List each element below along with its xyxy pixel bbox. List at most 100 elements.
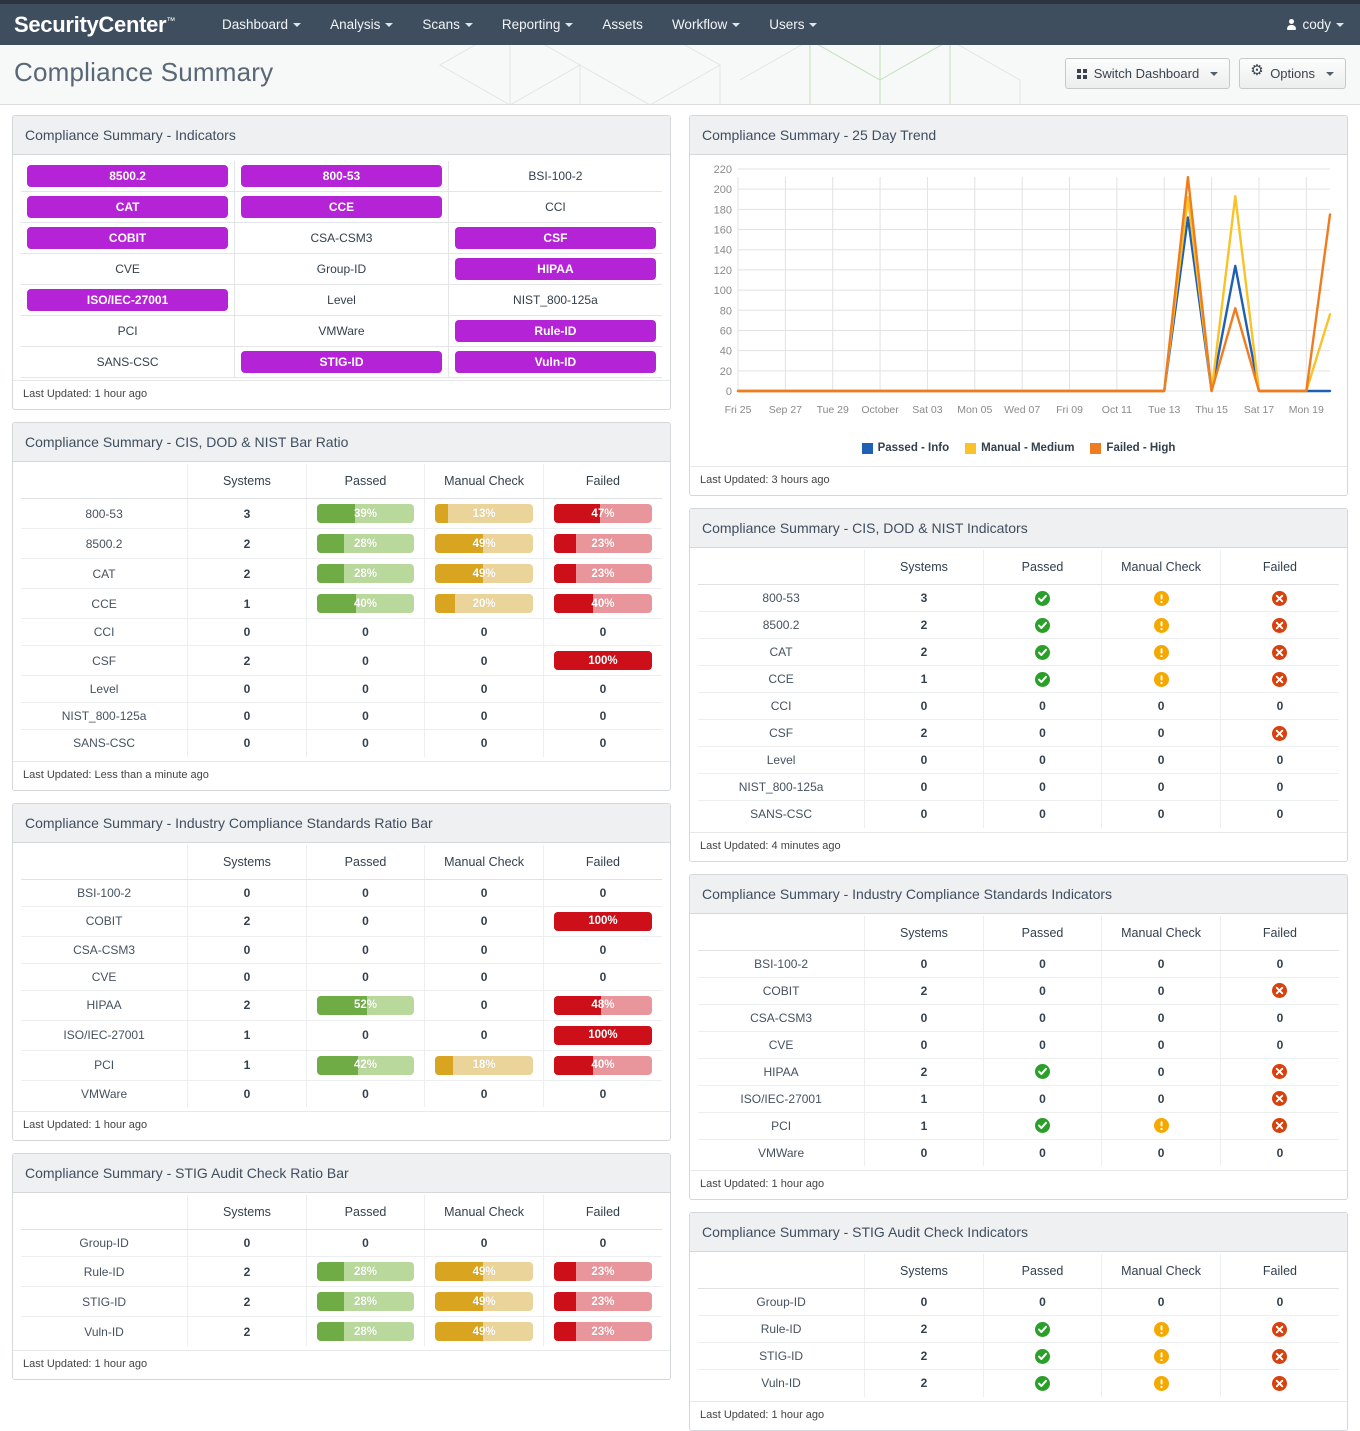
table-row[interactable]: NIST_800-125a0000 (698, 774, 1339, 801)
table-row[interactable]: VMWare0000 (698, 1139, 1339, 1166)
nav-item-workflow[interactable]: Workflow (659, 6, 753, 43)
indicator-cell[interactable]: HIPAA (448, 254, 662, 285)
table-header-row: SystemsPassedManual CheckFailed (21, 845, 662, 880)
user-menu[interactable]: cody (1287, 4, 1344, 45)
table-row[interactable]: CCI0000 (21, 619, 662, 646)
table-row[interactable]: 8500.2228%49%23% (21, 529, 662, 559)
table-row[interactable]: Vuln-ID2 (698, 1370, 1339, 1397)
table-row[interactable]: CSF200100% (21, 646, 662, 676)
systems-count: 3 (188, 499, 307, 529)
table-row[interactable]: STIG-ID228%49%23% (21, 1287, 662, 1317)
systems-count: 0 (188, 936, 307, 963)
indicator-cell[interactable]: CSF (448, 223, 662, 254)
table-row[interactable]: NIST_800-125a0000 (21, 703, 662, 730)
switch-dashboard-button[interactable]: Switch Dashboard (1065, 58, 1231, 89)
table-row[interactable]: CAT2 (698, 639, 1339, 666)
table-row[interactable]: 8500.22 (698, 612, 1339, 639)
status-value-cell: 0 (1102, 950, 1221, 977)
options-button[interactable]: Options (1239, 58, 1346, 89)
indicator-cell[interactable]: Group-ID (235, 254, 449, 285)
indicator-cell[interactable]: PCI (21, 316, 235, 347)
table-row[interactable]: HIPAA252%048% (21, 990, 662, 1020)
indicator-cell[interactable]: NIST_800-125a (448, 285, 662, 316)
indicator-cell[interactable]: CVE (21, 254, 235, 285)
table-row[interactable]: CAT228%49%23% (21, 559, 662, 589)
ratio-bar-cell: 0 (425, 703, 544, 730)
systems-count: 1 (865, 1085, 984, 1112)
indicator-cell[interactable]: CSA-CSM3 (235, 223, 449, 254)
table-row[interactable]: STIG-ID2 (698, 1343, 1339, 1370)
table-row[interactable]: Rule-ID228%49%23% (21, 1257, 662, 1287)
row-label: 8500.2 (21, 529, 188, 559)
nav-item-scans[interactable]: Scans (409, 6, 486, 43)
nav-label: Analysis (330, 17, 380, 32)
table-row[interactable]: Group-ID0000 (21, 1230, 662, 1257)
indicator-badge-active: Vuln-ID (455, 351, 656, 373)
indicator-cell[interactable]: Rule-ID (448, 316, 662, 347)
legend-item[interactable]: Failed - High (1090, 442, 1175, 454)
systems-count: 0 (188, 1230, 307, 1257)
table-row[interactable]: CCE1 (698, 666, 1339, 693)
nav-item-reporting[interactable]: Reporting (489, 6, 587, 43)
ratio-bar-label: 40% (554, 594, 652, 613)
table-row[interactable]: BSI-100-20000 (698, 950, 1339, 977)
indicator-cell[interactable]: SANS-CSC (21, 347, 235, 378)
x-axis-tick-label: Sep 27 (769, 404, 802, 416)
indicator-cell[interactable]: ISO/IEC-27001 (21, 285, 235, 316)
status-value-cell: 0 (1102, 977, 1221, 1004)
indicator-cell[interactable]: VMWare (235, 316, 449, 347)
table-row[interactable]: 800-53339%13%47% (21, 499, 662, 529)
legend-item[interactable]: Passed - Info (862, 442, 950, 454)
ratio-bar-cell: 0 (543, 619, 662, 646)
table-row[interactable]: CVE0000 (21, 963, 662, 990)
indicator-cell[interactable]: Vuln-ID (448, 347, 662, 378)
table-row[interactable]: VMWare0000 (21, 1080, 662, 1107)
table-row[interactable]: SANS-CSC0000 (698, 801, 1339, 828)
table-row[interactable]: CSF200 (698, 720, 1339, 747)
table-row[interactable]: CSA-CSM30000 (21, 936, 662, 963)
table-row[interactable]: ISO/IEC-27001100100% (21, 1020, 662, 1050)
table-row[interactable]: Group-ID0000 (698, 1289, 1339, 1316)
x-axis-tick-label: Sat 03 (912, 404, 943, 416)
table-row[interactable]: Level0000 (21, 676, 662, 703)
indicator-cell[interactable]: COBIT (21, 223, 235, 254)
table-row[interactable]: HIPAA20 (698, 1058, 1339, 1085)
table-row[interactable]: SANS-CSC0000 (21, 730, 662, 757)
table-row[interactable]: COBIT200 (698, 977, 1339, 1004)
indicator-cell[interactable]: CCI (448, 192, 662, 223)
table-row[interactable]: Vuln-ID228%49%23% (21, 1317, 662, 1347)
panel-title: Compliance Summary - STIG Audit Check In… (690, 1213, 1347, 1252)
nav-item-analysis[interactable]: Analysis (317, 6, 406, 43)
table-row[interactable]: 800-533 (698, 585, 1339, 612)
table-row[interactable]: ISO/IEC-27001100 (698, 1085, 1339, 1112)
dashboard-column-left: Compliance Summary - Indicators 8500.280… (12, 115, 671, 1380)
table-row[interactable]: COBIT200100% (21, 906, 662, 936)
table-row[interactable]: CVE0000 (698, 1031, 1339, 1058)
row-label: Vuln-ID (21, 1317, 188, 1347)
table-row[interactable]: PCI1 (698, 1112, 1339, 1139)
table-row[interactable]: CCE140%20%40% (21, 589, 662, 619)
indicator-cell[interactable]: 8500.2 (21, 161, 235, 192)
app-logo[interactable]: SecurityCenter™ (14, 12, 175, 38)
status-value-cell: 0 (983, 1289, 1102, 1316)
indicator-cell[interactable]: BSI-100-2 (448, 161, 662, 192)
table-row[interactable]: CCI0000 (698, 693, 1339, 720)
indicator-cell[interactable]: 800-53 (235, 161, 449, 192)
nav-item-users[interactable]: Users (756, 6, 830, 43)
nav-item-dashboard[interactable]: Dashboard (209, 6, 314, 43)
table-row[interactable]: Level0000 (698, 747, 1339, 774)
indicator-cell[interactable]: CAT (21, 192, 235, 223)
ratio-bar-label: 100% (554, 1026, 652, 1045)
status-value-cell: 0 (1102, 747, 1221, 774)
legend-item[interactable]: Manual - Medium (965, 442, 1074, 454)
trend-chart-svg: 020406080100120140160180200220Fri 25Sep … (696, 163, 1340, 433)
indicator-cell[interactable]: Level (235, 285, 449, 316)
panel-title: Compliance Summary - STIG Audit Check Ra… (13, 1154, 670, 1193)
table-row[interactable]: PCI142%18%40% (21, 1050, 662, 1080)
table-row[interactable]: CSA-CSM30000 (698, 1004, 1339, 1031)
table-row[interactable]: Rule-ID2 (698, 1316, 1339, 1343)
table-row[interactable]: BSI-100-20000 (21, 879, 662, 906)
indicator-cell[interactable]: STIG-ID (235, 347, 449, 378)
nav-item-assets[interactable]: Assets (589, 6, 656, 43)
indicator-cell[interactable]: CCE (235, 192, 449, 223)
